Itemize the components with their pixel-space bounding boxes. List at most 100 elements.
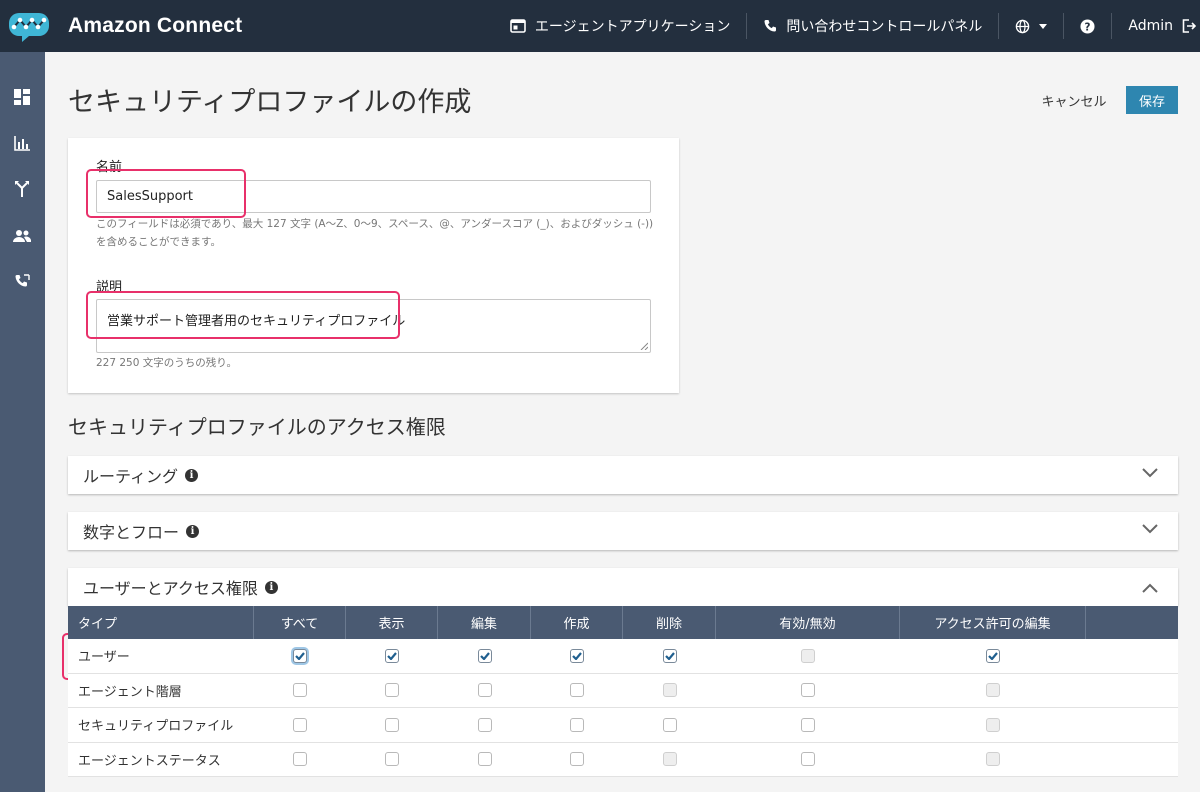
checkbox-enable[interactable]: [801, 752, 815, 767]
checkbox-all[interactable]: [293, 683, 307, 698]
cell-view: [346, 674, 438, 708]
cell-enable: [716, 743, 900, 777]
checkbox-view[interactable]: [385, 752, 399, 767]
save-button[interactable]: 保存: [1126, 86, 1178, 114]
metrics-chart-icon[interactable]: [12, 133, 32, 153]
checkbox-edit[interactable]: [477, 752, 492, 767]
cancel-button[interactable]: キャンセル: [1034, 86, 1114, 114]
checkbox-create[interactable]: [570, 683, 584, 698]
cell-delete: [623, 674, 716, 708]
cell-create: [531, 708, 623, 742]
table-row: エージェント階層: [68, 673, 1178, 708]
users-icon[interactable]: [12, 226, 32, 246]
table-row: セキュリティプロファイル: [68, 708, 1178, 743]
cell-create: [531, 743, 623, 777]
agent-application-link[interactable]: エージェントアプリケーション: [494, 0, 746, 52]
checkbox-enable[interactable]: [801, 717, 815, 732]
numbers-flows-section[interactable]: 数字とフロー i: [68, 512, 1178, 550]
cell-view: [346, 639, 438, 673]
routing-icon[interactable]: [12, 179, 32, 199]
cell-edit: [438, 708, 531, 742]
checkbox-view[interactable]: [385, 648, 399, 663]
cell-access: [900, 639, 1086, 673]
resize-handle-icon[interactable]: [640, 342, 648, 350]
checkbox-delete[interactable]: [662, 717, 677, 732]
table-body: ユーザー エージェント階層セキュリティプロファイル エージェントステータス: [68, 639, 1178, 777]
checkbox-enable[interactable]: [801, 683, 815, 698]
checkbox-view[interactable]: [385, 683, 399, 698]
checkbox-access: [986, 752, 1000, 767]
users-permissions-section[interactable]: ユーザーとアクセス権限 i: [68, 568, 1178, 606]
cell-delete: [623, 708, 716, 742]
permissions-title: セキュリティプロファイルのアクセス権限: [68, 415, 446, 439]
phone-settings-icon[interactable]: [12, 272, 32, 292]
checkbox-all[interactable]: [293, 752, 307, 767]
cell-edit: [438, 639, 531, 673]
chevron-up-icon[interactable]: [1142, 583, 1158, 593]
checkbox-all[interactable]: [293, 648, 307, 663]
name-label: 名前: [96, 160, 123, 175]
cell-access: [900, 743, 1086, 777]
dashboard-icon[interactable]: [12, 87, 32, 107]
chevron-down-icon[interactable]: [1142, 468, 1158, 478]
description-value: 営業サポート管理者用のセキュリティプロファイル: [107, 314, 406, 329]
cell-create: [531, 639, 623, 673]
table-row: ユーザー: [68, 639, 1178, 674]
language-selector[interactable]: [999, 0, 1063, 52]
cell-enable: [716, 639, 900, 673]
checkbox-create[interactable]: [570, 648, 584, 663]
info-icon[interactable]: i: [186, 524, 200, 538]
row-type-label: エージェントステータス: [78, 753, 221, 769]
cell-enable: [716, 708, 900, 742]
checkbox-delete: [662, 752, 677, 767]
column-header-type: タイプ: [68, 606, 254, 639]
help-button[interactable]: ?: [1064, 0, 1111, 52]
cell-edit: [438, 674, 531, 708]
name-input[interactable]: SalesSupport: [96, 180, 651, 213]
description-hint: 227 250 文字のうちの残り。: [96, 357, 238, 369]
cell-view: [346, 708, 438, 742]
column-header-access: アクセス許可の編集: [900, 606, 1086, 639]
routing-section[interactable]: ルーティング i: [68, 456, 1178, 494]
checkbox-access[interactable]: [986, 648, 1000, 663]
checkbox-create[interactable]: [570, 717, 584, 732]
info-icon[interactable]: i: [264, 580, 278, 594]
checkbox-all[interactable]: [293, 717, 307, 732]
table-header: タイプ すべて 表示 編集 作成 削除 有効/無効 アクセス許可の編集: [68, 606, 1178, 639]
cell-access: [900, 674, 1086, 708]
ccp-link[interactable]: 問い合わせコントロールパネル: [747, 0, 998, 52]
user-menu[interactable]: Admin: [1112, 0, 1200, 52]
numbers-flows-section-label: 数字とフロー: [83, 523, 180, 542]
logout-icon: [1182, 19, 1196, 33]
column-header-enable: 有効/無効: [716, 606, 900, 639]
table-row: エージェントステータス: [68, 742, 1178, 777]
ccp-label: 問い合わせコントロールパネル: [786, 19, 983, 35]
description-label: 説明: [96, 280, 123, 295]
users-permissions-section-label: ユーザーとアクセス権限: [83, 579, 258, 598]
column-header-create: 作成: [531, 606, 623, 639]
row-type-label: セキュリティプロファイル: [78, 719, 234, 735]
checkbox-view[interactable]: [385, 717, 399, 732]
description-textarea[interactable]: 営業サポート管理者用のセキュリティプロファイル: [96, 299, 651, 353]
amazon-connect-logo-icon[interactable]: [0, 0, 58, 52]
checkbox-delete[interactable]: [662, 648, 677, 663]
brand-title[interactable]: Amazon Connect: [68, 14, 242, 38]
row-spacer: [1086, 674, 1178, 708]
row-spacer: [1086, 708, 1178, 742]
cell-edit: [438, 743, 531, 777]
column-header-spacer: [1086, 606, 1178, 639]
checkbox-edit[interactable]: [477, 648, 492, 663]
help-icon: ?: [1080, 18, 1095, 34]
routing-section-label: ルーティング: [83, 467, 179, 486]
checkbox-edit[interactable]: [477, 717, 492, 732]
chevron-down-icon[interactable]: [1142, 524, 1158, 534]
column-header-delete: 削除: [623, 606, 716, 639]
cell-access: [900, 708, 1086, 742]
checkbox-delete: [662, 683, 677, 698]
globe-icon: [1016, 19, 1030, 33]
checkbox-enable: [801, 648, 815, 663]
checkbox-create[interactable]: [570, 752, 584, 767]
info-icon[interactable]: i: [185, 468, 199, 482]
checkbox-edit[interactable]: [477, 683, 492, 698]
agent-application-label: エージェントアプリケーション: [534, 19, 731, 35]
